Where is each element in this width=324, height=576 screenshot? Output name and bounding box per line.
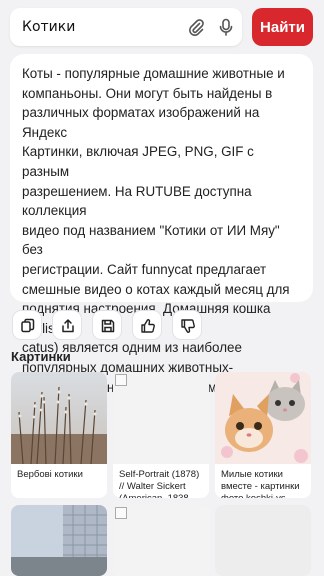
- ai-answer-card: Коты - популярные домашние животные и ко…: [10, 54, 313, 395]
- like-button[interactable]: [132, 310, 162, 340]
- broken-image-icon: [115, 507, 127, 519]
- broken-image-placeholder: [113, 505, 209, 576]
- microphone-icon[interactable]: [216, 17, 236, 37]
- search-bar: Найти: [10, 8, 314, 48]
- find-button[interactable]: Найти: [252, 8, 313, 46]
- image-caption: Вербові котики: [17, 469, 83, 480]
- save-button[interactable]: [92, 310, 122, 340]
- images-section-title: Картинки: [11, 349, 71, 364]
- search-box[interactable]: [10, 8, 242, 46]
- thumbs-up-icon: [141, 319, 155, 333]
- image-result[interactable]: [215, 505, 311, 576]
- image-result[interactable]: Вербові котики: [11, 372, 107, 498]
- copy-icon: [21, 318, 35, 333]
- save-icon: [101, 319, 115, 333]
- willow-catkins-image: [11, 372, 107, 464]
- image-result[interactable]: [11, 505, 107, 576]
- image-result[interactable]: Милые котики вместе - картинки фото kosh…: [215, 372, 311, 498]
- kittens-image: [215, 372, 311, 464]
- copy-button[interactable]: [12, 310, 42, 340]
- image-placeholder: [215, 505, 311, 576]
- search-input[interactable]: [22, 17, 182, 37]
- image-result[interactable]: [113, 505, 209, 576]
- thumbs-down-icon: [181, 319, 195, 333]
- share-button[interactable]: [52, 310, 82, 340]
- paperclip-icon[interactable]: [186, 17, 206, 37]
- building-image: [11, 505, 107, 576]
- image-caption: Self-Portrait (1878) // Walter Sickert (…: [119, 469, 200, 498]
- image-caption: Милые котики вместе - картинки фото kosh…: [221, 469, 300, 498]
- broken-image-placeholder: [113, 372, 209, 464]
- dislike-button[interactable]: [172, 310, 202, 340]
- answer-text: Коты - популярные домашние животные и ко…: [22, 66, 290, 395]
- share-icon: [62, 319, 74, 333]
- broken-image-icon: [115, 374, 127, 386]
- image-result[interactable]: Self-Portrait (1878) // Walter Sickert (…: [113, 372, 209, 498]
